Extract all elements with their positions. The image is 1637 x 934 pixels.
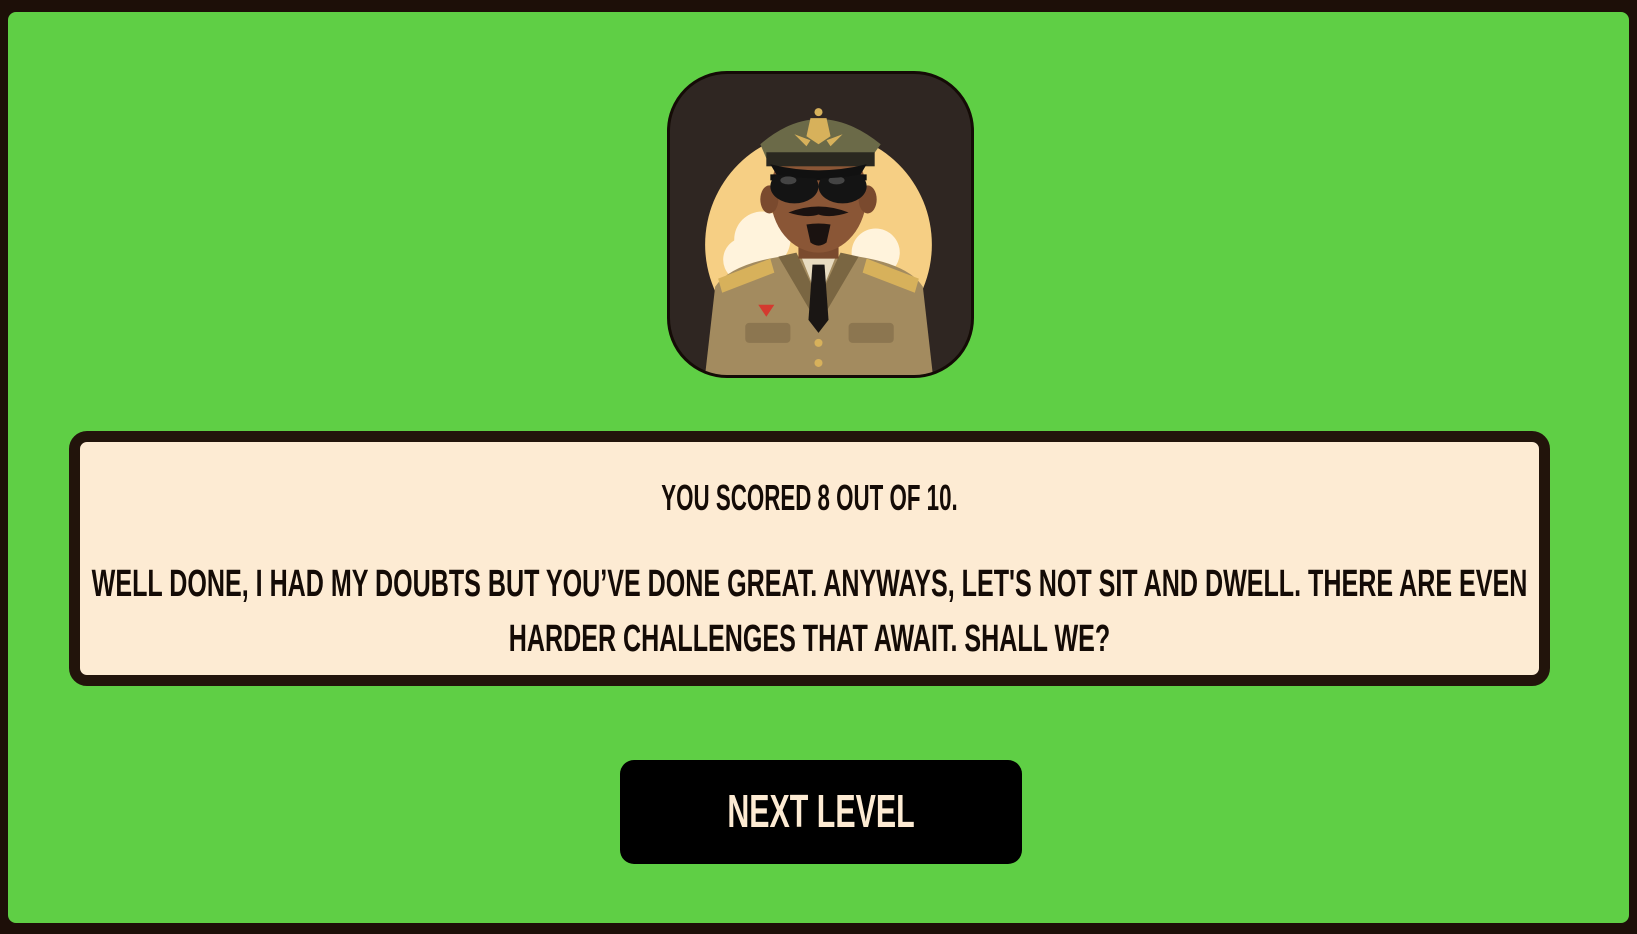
score-text: You scored 8 out of 10. [661,477,958,518]
commander-avatar [667,71,974,378]
next-level-label: Next Level [727,785,915,837]
army-officer-avatar-icon [705,108,933,375]
game-screen: You scored 8 out of 10. Well done, I had… [8,12,1629,923]
dialog-panel: You scored 8 out of 10. Well done, I had… [69,431,1550,686]
next-level-button[interactable]: Next Level [620,760,1022,864]
dialog-message: Well done, I had my doubts but you’ve do… [91,563,1528,660]
